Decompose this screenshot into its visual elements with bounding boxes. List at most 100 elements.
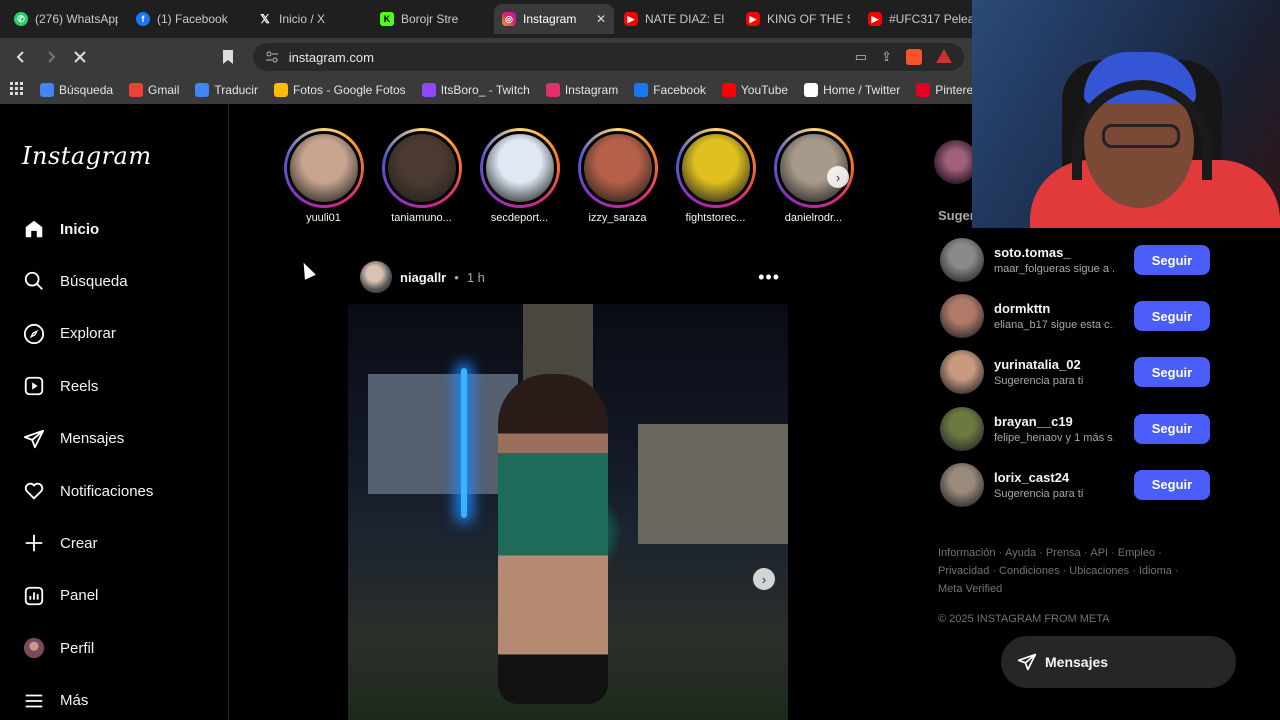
whatsapp-icon: ✆ xyxy=(14,12,28,26)
follow-button[interactable]: Seguir xyxy=(1134,245,1210,275)
footer-link[interactable]: Idioma xyxy=(1139,565,1172,577)
bookmark-item[interactable]: Fotos - Google Fotos xyxy=(273,83,406,97)
suggestion-username[interactable]: lorix_cast24 xyxy=(994,470,1114,485)
suggestion-avatar[interactable] xyxy=(940,294,984,339)
bookmark-favicon-icon xyxy=(634,83,649,97)
suggestion-username[interactable]: yurinatalia_02 xyxy=(994,357,1114,372)
instagram-logo[interactable]: Instagram xyxy=(22,142,152,170)
webcam-overlay xyxy=(972,0,1280,228)
suggestion-subtitle: felipe_henaov y 1 más s... xyxy=(994,431,1114,444)
follow-button[interactable]: Seguir xyxy=(1134,469,1210,500)
nav-item-crear[interactable]: Crear xyxy=(22,529,98,557)
story-avatar xyxy=(286,131,361,205)
bookmark-item[interactable]: Gmail xyxy=(129,83,179,97)
back-button[interactable] xyxy=(8,44,34,70)
nav-item-más[interactable]: Más xyxy=(22,687,88,715)
nav-item-búsqueda[interactable]: Búsqueda xyxy=(22,267,128,295)
nav-item-label: Más xyxy=(60,692,89,710)
browser-tab[interactable]: ▶ NATE DIAZ: El xyxy=(616,4,736,34)
nav-item-reels[interactable]: Reels xyxy=(22,372,98,400)
suggestion-avatar[interactable] xyxy=(940,406,984,451)
footer-link[interactable]: Empleo xyxy=(1118,547,1155,559)
messages-pill-button[interactable]: Mensajes xyxy=(1001,636,1236,688)
story-item[interactable]: secdeport... xyxy=(479,128,560,224)
browser-tab[interactable]: K Borojr Stre xyxy=(372,4,492,34)
bookmark-item[interactable]: Facebook xyxy=(634,83,706,97)
suggestion-text: yurinatalia_02 Sugerencia para ti xyxy=(994,357,1114,387)
site-settings-icon xyxy=(265,51,278,63)
footer-link[interactable]: Condiciones xyxy=(999,565,1060,577)
footer-separator: · xyxy=(1174,565,1179,577)
nav-item-explorar[interactable]: Explorar xyxy=(22,320,116,348)
tab-label: KING OF THE S xyxy=(767,12,850,26)
nav-item-notificaciones[interactable]: Notificaciones xyxy=(22,477,153,505)
suggestion-avatar[interactable] xyxy=(940,238,984,282)
forward-button[interactable] xyxy=(38,44,64,70)
heart-icon xyxy=(22,479,46,503)
address-bar[interactable]: instagram.com ▭ ⇪ xyxy=(252,43,964,71)
bookmark-page-button[interactable] xyxy=(215,44,241,70)
nav-item-label: Crear xyxy=(60,534,98,552)
bookmark-favicon-icon xyxy=(40,83,54,97)
story-item[interactable]: taniamuno... xyxy=(381,128,462,224)
browser-tab[interactable]: f (1) Facebook xyxy=(128,4,248,34)
footer-link[interactable]: Prensa xyxy=(1046,547,1081,559)
cast-icon[interactable]: ▭ xyxy=(855,49,867,65)
story-ring xyxy=(283,128,364,208)
post-username[interactable]: niagallr xyxy=(400,270,446,285)
share-icon[interactable]: ⇪ xyxy=(881,49,892,65)
suggestion-avatar[interactable] xyxy=(940,462,984,507)
story-avatar xyxy=(678,131,753,205)
browser-tab[interactable]: ▶ KING OF THE S xyxy=(738,4,858,34)
post-image[interactable]: › xyxy=(348,304,788,720)
brave-shields-icon[interactable] xyxy=(905,49,922,65)
bookmark-item[interactable]: Pinterest - xyxy=(916,83,972,97)
footer-link[interactable]: API xyxy=(1090,547,1108,559)
bookmark-item[interactable]: Traducir xyxy=(195,83,258,97)
follow-button[interactable]: Seguir xyxy=(1134,357,1210,388)
suggestion-username[interactable]: dormkttn xyxy=(994,301,1114,316)
stop-loading-button[interactable] xyxy=(67,44,93,70)
close-tab-icon[interactable]: ✕ xyxy=(596,12,606,26)
story-ring xyxy=(577,128,658,208)
youtube-icon: ▶ xyxy=(868,12,882,26)
bookmark-label: Pinterest - xyxy=(935,83,972,97)
brave-rewards-icon[interactable] xyxy=(935,49,952,63)
bookmark-item[interactable]: Búsqueda xyxy=(40,83,113,97)
story-item[interactable]: izzy_saraza xyxy=(577,128,658,224)
bookmark-item[interactable]: Home / Twitter xyxy=(804,83,900,97)
messages-pill-label: Mensajes xyxy=(1045,654,1109,670)
footer-link[interactable]: Información xyxy=(938,547,995,559)
nav-item-mensajes[interactable]: Mensajes xyxy=(22,425,124,453)
suggestion-avatar[interactable] xyxy=(940,350,984,395)
nav-item-inicio[interactable]: Inicio xyxy=(22,215,99,243)
home-icon xyxy=(22,217,46,241)
plus-icon xyxy=(22,531,46,555)
suggestion-username[interactable]: soto.tomas_ xyxy=(994,245,1114,260)
story-item[interactable]: yuuli01 xyxy=(283,128,364,224)
footer-link[interactable]: Ayuda xyxy=(1005,547,1036,559)
footer-link[interactable]: Privacidad xyxy=(938,565,989,577)
follow-button[interactable]: Seguir xyxy=(1134,413,1210,444)
story-username: secdeport... xyxy=(490,212,549,224)
nav-item-panel[interactable]: Panel xyxy=(22,582,98,610)
suggestion-username[interactable]: brayan__c19 xyxy=(994,414,1114,429)
apps-grid-icon[interactable] xyxy=(10,81,24,99)
bookmark-item[interactable]: YouTube xyxy=(721,83,788,97)
bookmark-item[interactable]: ItsBoro_ - Twitch xyxy=(421,83,530,97)
carousel-next-button[interactable]: › xyxy=(753,568,775,590)
follow-button[interactable]: Seguir xyxy=(1134,301,1210,332)
browser-tab[interactable]: 𝕏 Inicio / X xyxy=(250,4,370,34)
footer-link[interactable]: Ubicaciones xyxy=(1069,565,1129,577)
story-item[interactable]: fightstorec... xyxy=(675,128,756,224)
nav-item-perfil[interactable]: Perfil xyxy=(22,634,94,662)
footer-link[interactable]: Meta Verified xyxy=(938,583,1002,595)
post-author-avatar[interactable] xyxy=(360,261,392,293)
browser-tab[interactable]: ✆ (276) WhatsApp xyxy=(6,4,126,34)
bookmark-item[interactable]: Instagram xyxy=(545,83,618,97)
browser-tab[interactable]: ◎ Instagram ✕ xyxy=(494,4,614,34)
browser-tab[interactable]: ▶ #UFC317 Pelea xyxy=(860,4,980,34)
lightsaber-shape xyxy=(461,368,467,518)
more-options-icon[interactable]: ••• xyxy=(758,267,780,288)
stories-next-button[interactable]: › xyxy=(827,166,849,188)
